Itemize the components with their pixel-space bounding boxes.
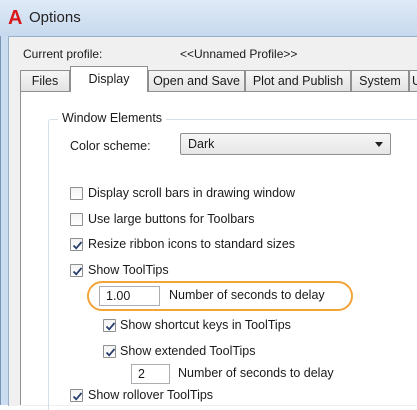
window-title: Options: [29, 9, 81, 26]
tab-system[interactable]: System: [351, 70, 409, 91]
chevron-down-icon: [375, 142, 383, 147]
tab-open-and-save[interactable]: Open and Save: [148, 70, 245, 91]
rollover-tooltips-checkbox[interactable]: [70, 389, 83, 402]
extended-tooltips-checkbox[interactable]: [103, 345, 116, 358]
resize-ribbon-label: Resize ribbon icons to standard sizes: [88, 237, 296, 251]
show-tooltips-checkbox[interactable]: [70, 264, 83, 277]
shortcut-keys-checkbox[interactable]: [103, 319, 116, 332]
shortcut-keys-label: Show shortcut keys in ToolTips: [120, 318, 291, 332]
current-profile-label: Current profile:: [23, 47, 103, 61]
checkmark-icon: [105, 348, 116, 357]
checkmark-icon: [72, 392, 83, 401]
color-scheme-value: Dark: [188, 137, 215, 151]
show-tooltips-label: Show ToolTips: [88, 263, 169, 277]
tooltip-delay-input[interactable]: 1.00: [99, 286, 160, 306]
checkmark-icon: [105, 322, 116, 331]
tab-files[interactable]: Files: [20, 70, 70, 91]
extended-delay-label: Number of seconds to delay: [178, 366, 334, 380]
checkmark-icon: [72, 241, 83, 250]
tab-user-preferences[interactable]: U: [409, 70, 417, 91]
color-scheme-label: Color scheme:: [70, 139, 151, 153]
tab-plot-and-publish[interactable]: Plot and Publish: [245, 70, 351, 91]
tab-display[interactable]: Display: [70, 66, 148, 92]
extended-delay-input[interactable]: 2: [131, 364, 170, 384]
tooltip-delay-label: Number of seconds to delay: [169, 288, 325, 302]
color-scheme-dropdown[interactable]: Dark: [180, 133, 391, 155]
resize-ribbon-checkbox[interactable]: [70, 238, 83, 251]
large-buttons-label: Use large buttons for Toolbars: [88, 212, 255, 226]
scroll-bars-label: Display scroll bars in drawing window: [88, 186, 296, 200]
checkmark-icon: [72, 267, 83, 276]
app-logo-icon: A: [8, 7, 23, 29]
rollover-tooltips-label: Show rollover ToolTips: [88, 388, 214, 402]
extended-tooltips-label: Show extended ToolTips: [120, 344, 256, 358]
current-profile-value: <<Unnamed Profile>>: [180, 47, 298, 61]
window-elements-label: Window Elements: [58, 111, 167, 125]
scroll-bars-checkbox[interactable]: [70, 187, 83, 200]
large-buttons-checkbox[interactable]: [70, 213, 83, 226]
